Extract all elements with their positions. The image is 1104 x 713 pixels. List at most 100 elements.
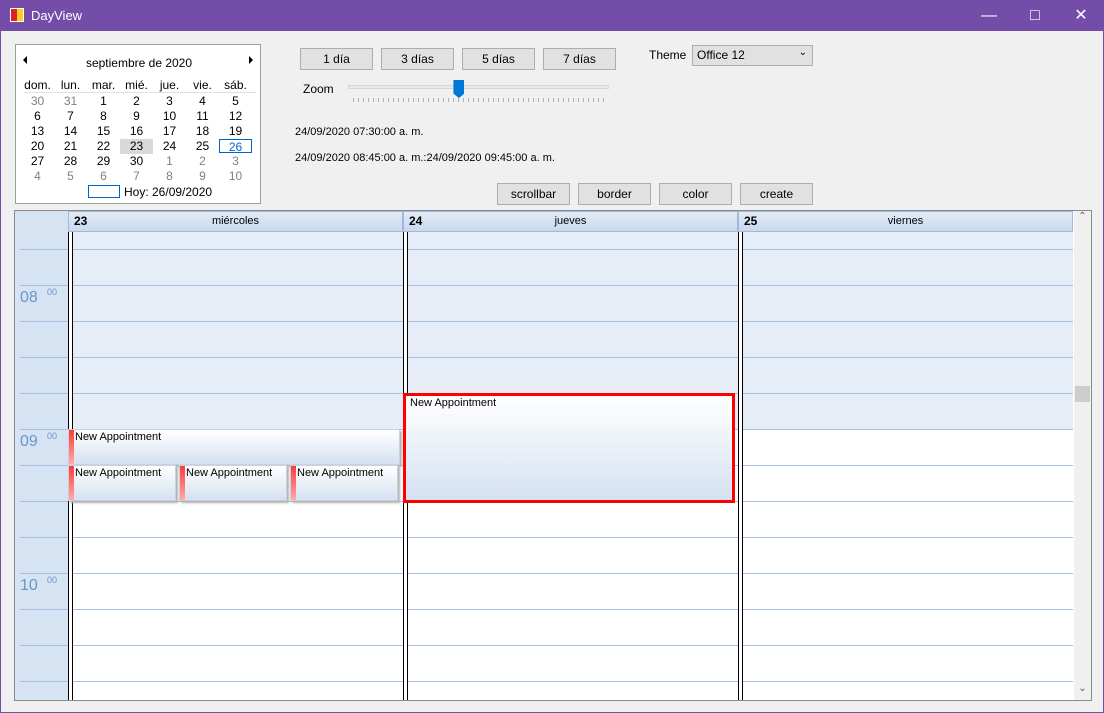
calendar-day[interactable]: 22 xyxy=(87,139,120,153)
calendar-day[interactable]: 3 xyxy=(153,94,186,108)
slot-line xyxy=(403,321,738,322)
ruler-line xyxy=(20,609,68,610)
calendar-day[interactable]: 27 xyxy=(21,154,54,168)
view-button-1[interactable]: 1 día xyxy=(300,48,373,70)
slot-line xyxy=(403,249,738,250)
calendar-day[interactable]: 15 xyxy=(87,124,120,138)
calendar-day[interactable]: 19 xyxy=(219,124,252,138)
calendar-day[interactable]: 28 xyxy=(54,154,87,168)
slot-line xyxy=(738,285,1073,286)
slot-line xyxy=(68,645,403,646)
ruler-line xyxy=(20,393,68,394)
appointment[interactable]: New Appointment xyxy=(290,465,398,501)
view-button-2[interactable]: 3 días xyxy=(381,48,454,70)
appointment[interactable]: New Appointment xyxy=(68,429,400,465)
calendar-day[interactable]: 4 xyxy=(21,169,54,183)
scrollbar-button[interactable]: scrollbar xyxy=(497,183,570,205)
month-title[interactable]: septiembre de 2020 xyxy=(16,56,262,70)
scroll-thumb[interactable] xyxy=(1075,386,1090,402)
hour-label: 10 xyxy=(20,577,38,594)
month-calendar[interactable]: septiembre de 2020 Hoy: 26/09/2020 dom. l… xyxy=(15,44,261,204)
calendar-day[interactable]: 12 xyxy=(219,109,252,123)
calendar-day[interactable]: 9 xyxy=(186,169,219,183)
view-button-3[interactable]: 5 días xyxy=(462,48,535,70)
calendar-day[interactable]: 1 xyxy=(87,94,120,108)
calendar-day[interactable]: 8 xyxy=(153,169,186,183)
slider-thumb[interactable] xyxy=(453,80,465,98)
color-button[interactable]: color xyxy=(659,183,732,205)
appointment-selected[interactable]: New Appointment xyxy=(403,393,735,503)
theme-select[interactable]: Office 12 ⌄ xyxy=(692,45,813,66)
today-marker[interactable] xyxy=(88,185,120,198)
calendar-day[interactable]: 10 xyxy=(153,109,186,123)
day-header[interactable]: 24 jueves xyxy=(403,211,738,232)
slot-line xyxy=(738,681,1073,682)
slot-line xyxy=(738,249,1073,250)
day-name: miércoles xyxy=(211,215,260,227)
calendar-day[interactable]: 11 xyxy=(186,109,219,123)
day-header[interactable]: 25 viernes xyxy=(738,211,1073,232)
calendar-day[interactable]: 31 xyxy=(54,94,87,108)
calendar-day[interactable]: 6 xyxy=(87,169,120,183)
border-button[interactable]: border xyxy=(578,183,651,205)
calendar-day[interactable]: 13 xyxy=(21,124,54,138)
ruler-line xyxy=(20,501,68,502)
day-column[interactable]: 25 viernes xyxy=(738,211,1073,700)
day-name: jueves xyxy=(554,215,587,227)
calendar-day[interactable]: 5 xyxy=(219,94,252,108)
calendar-day[interactable]: 8 xyxy=(87,109,120,123)
ruler-line xyxy=(20,321,68,322)
app-icon xyxy=(10,8,24,22)
slot-line xyxy=(403,681,738,682)
next-month-button[interactable] xyxy=(249,56,253,64)
maximize-button[interactable]: □ xyxy=(1012,0,1058,31)
slot-line xyxy=(738,465,1073,466)
create-button[interactable]: create xyxy=(740,183,813,205)
calendar-day[interactable]: 7 xyxy=(120,169,153,183)
scroll-down-button[interactable]: ⌄ xyxy=(1074,683,1091,700)
slot-line xyxy=(403,357,738,358)
appointment[interactable]: New Appointment xyxy=(68,465,176,501)
calendar-day[interactable]: 3 xyxy=(219,154,252,168)
calendar-day[interactable]: 26 xyxy=(219,139,252,154)
day-header[interactable]: 23 miércoles xyxy=(68,211,403,232)
weekday-label: jue. xyxy=(159,78,180,92)
calendar-day[interactable]: 16 xyxy=(120,124,153,138)
close-button[interactable]: ✕ xyxy=(1058,0,1104,31)
view-button-4[interactable]: 7 días xyxy=(543,48,616,70)
calendar-day[interactable]: 17 xyxy=(153,124,186,138)
calendar-day[interactable]: 2 xyxy=(186,154,219,168)
calendar-day[interactable]: 18 xyxy=(186,124,219,138)
appointment[interactable]: New Appointment xyxy=(179,465,287,501)
calendar-day[interactable]: 1 xyxy=(153,154,186,168)
calendar-day[interactable]: 4 xyxy=(186,94,219,108)
scroll-up-button[interactable]: ⌃ xyxy=(1074,211,1091,228)
nonwork-area xyxy=(738,232,1073,429)
calendar-day[interactable]: 21 xyxy=(54,139,87,153)
calendar-day[interactable]: 2 xyxy=(120,94,153,108)
calendar-day[interactable]: 25 xyxy=(186,139,219,153)
calendar-day[interactable]: 10 xyxy=(219,169,252,183)
minimize-button[interactable]: — xyxy=(966,0,1012,31)
calendar-day[interactable]: 30 xyxy=(21,94,54,108)
calendar-day[interactable]: 20 xyxy=(21,139,54,153)
window-title: DayView xyxy=(31,8,83,23)
calendar-day[interactable]: 23 xyxy=(120,139,153,154)
minute-label: 00 xyxy=(47,287,58,297)
zoom-slider[interactable] xyxy=(348,80,610,106)
weekday-label: vie. xyxy=(193,78,212,92)
calendar-day[interactable]: 24 xyxy=(153,139,186,153)
calendar-day[interactable]: 9 xyxy=(120,109,153,123)
today-label[interactable]: Hoy: 26/09/2020 xyxy=(124,185,212,199)
day-view[interactable]: ⌃ ⌄ 23 miércoles 24 jueves 25 viernes 08 00 09 00… xyxy=(14,210,1092,701)
calendar-day[interactable]: 30 xyxy=(120,154,153,168)
info-line-1: 24/09/2020 07:30:00 a. m. xyxy=(295,126,424,138)
vertical-scrollbar[interactable]: ⌃ ⌄ xyxy=(1074,211,1091,700)
calendar-day[interactable]: 29 xyxy=(87,154,120,168)
calendar-day[interactable]: 6 xyxy=(21,109,54,123)
appointment-title: New Appointment xyxy=(75,467,162,479)
info-line-2: 24/09/2020 08:45:00 a. m.:24/09/2020 09:… xyxy=(295,152,555,164)
calendar-day[interactable]: 7 xyxy=(54,109,87,123)
calendar-day[interactable]: 5 xyxy=(54,169,87,183)
calendar-day[interactable]: 14 xyxy=(54,124,87,138)
